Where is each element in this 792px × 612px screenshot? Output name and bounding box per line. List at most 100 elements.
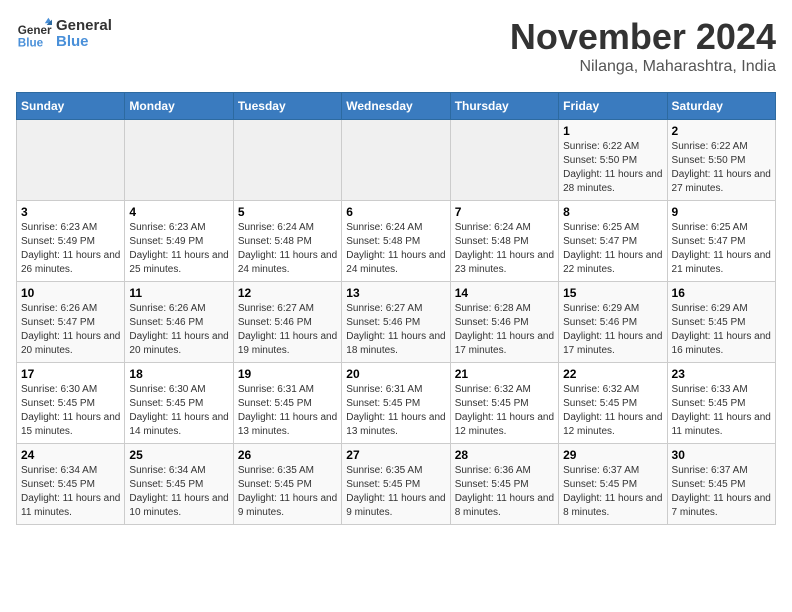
- calendar-cell: [125, 120, 233, 201]
- month-title: November 2024: [510, 16, 776, 58]
- day-info: Sunrise: 6:22 AMSunset: 5:50 PMDaylight:…: [563, 140, 662, 196]
- calendar-cell: 10 Sunrise: 6:26 AMSunset: 5:47 PMDayligh…: [17, 282, 125, 363]
- calendar-week-4: 17 Sunrise: 6:30 AMSunset: 5:45 PMDayligh…: [17, 363, 776, 444]
- day-info: Sunrise: 6:37 AMSunset: 5:45 PMDaylight:…: [672, 464, 771, 520]
- calendar-cell: 29 Sunrise: 6:37 AMSunset: 5:45 PMDayligh…: [559, 444, 667, 525]
- weekday-header-saturday: Saturday: [667, 93, 775, 120]
- calendar-week-1: 1 Sunrise: 6:22 AMSunset: 5:50 PMDaylight…: [17, 120, 776, 201]
- day-info: Sunrise: 6:28 AMSunset: 5:46 PMDaylight:…: [455, 302, 554, 358]
- calendar-cell: [17, 120, 125, 201]
- weekday-header-monday: Monday: [125, 93, 233, 120]
- day-number: 18: [129, 367, 228, 381]
- day-info: Sunrise: 6:26 AMSunset: 5:46 PMDaylight:…: [129, 302, 228, 358]
- page-header: General Blue General Blue November 2024 …: [16, 16, 776, 76]
- day-info: Sunrise: 6:35 AMSunset: 5:45 PMDaylight:…: [238, 464, 337, 520]
- day-number: 4: [129, 205, 228, 219]
- calendar-table: SundayMondayTuesdayWednesdayThursdayFrid…: [16, 92, 776, 525]
- day-info: Sunrise: 6:27 AMSunset: 5:46 PMDaylight:…: [238, 302, 337, 358]
- day-info: Sunrise: 6:26 AMSunset: 5:47 PMDaylight:…: [21, 302, 120, 358]
- calendar-cell: 26Sunrise: 6:35 AMSunset: 5:45 PMDayligh…: [233, 444, 341, 525]
- logo-icon: General Blue: [16, 16, 52, 52]
- calendar-cell: 30 Sunrise: 6:37 AMSunset: 5:45 PMDayligh…: [667, 444, 775, 525]
- calendar-cell: 3Sunrise: 6:23 AMSunset: 5:49 PMDaylight…: [17, 201, 125, 282]
- day-number: 3: [21, 205, 120, 219]
- calendar-cell: 25 Sunrise: 6:34 AMSunset: 5:45 PMDayligh…: [125, 444, 233, 525]
- day-number: 22: [563, 367, 662, 381]
- day-info: Sunrise: 6:23 AMSunset: 5:49 PMDaylight:…: [129, 221, 228, 277]
- calendar-week-2: 3 Sunrise: 6:23 AMSunset: 5:49 PMDaylight…: [17, 201, 776, 282]
- day-info: Sunrise: 6:24 AMSunset: 5:48 PMDaylight:…: [238, 221, 337, 277]
- day-info: Sunrise: 6:34 AMSunset: 5:45 PMDaylight:…: [129, 464, 228, 520]
- day-number: 25: [129, 448, 228, 462]
- logo: General Blue General Blue: [16, 16, 112, 52]
- calendar-cell: 15 Sunrise: 6:29 AMSunset: 5:46 PMDayligh…: [559, 282, 667, 363]
- logo-line2: Blue: [56, 34, 112, 51]
- svg-text:General: General: [18, 24, 52, 37]
- calendar-cell: 11 Sunrise: 6:26 AMSunset: 5:46 PMDayligh…: [125, 282, 233, 363]
- calendar-cell: 20Sunrise: 6:31 AMSunset: 5:45 PMDayligh…: [342, 363, 450, 444]
- calendar-cell: 16 Sunrise: 6:29 AMSunset: 5:45 PMDayligh…: [667, 282, 775, 363]
- weekday-header-sunday: Sunday: [17, 93, 125, 120]
- day-info: Sunrise: 6:29 AMSunset: 5:45 PMDaylight:…: [672, 302, 771, 358]
- calendar-cell: 24 Sunrise: 6:34 AMSunset: 5:45 PMDayligh…: [17, 444, 125, 525]
- calendar-cell: 22Sunrise: 6:32 AMSunset: 5:45 PMDayligh…: [559, 363, 667, 444]
- day-number: 5: [238, 205, 337, 219]
- svg-text:Blue: Blue: [18, 37, 44, 50]
- calendar-cell: 7Sunrise: 6:24 AMSunset: 5:48 PMDaylight…: [450, 201, 558, 282]
- day-number: 29: [563, 448, 662, 462]
- day-number: 21: [455, 367, 554, 381]
- day-info: Sunrise: 6:36 AMSunset: 5:45 PMDaylight:…: [455, 464, 554, 520]
- calendar-cell: [233, 120, 341, 201]
- day-info: Sunrise: 6:22 AMSunset: 5:50 PMDaylight:…: [672, 140, 771, 196]
- calendar-body: 1 Sunrise: 6:22 AMSunset: 5:50 PMDaylight…: [17, 120, 776, 525]
- day-number: 8: [563, 205, 662, 219]
- day-info: Sunrise: 6:30 AMSunset: 5:45 PMDaylight:…: [129, 383, 228, 439]
- calendar-cell: 13Sunrise: 6:27 AMSunset: 5:46 PMDayligh…: [342, 282, 450, 363]
- calendar-cell: 18 Sunrise: 6:30 AMSunset: 5:45 PMDayligh…: [125, 363, 233, 444]
- calendar-cell: [342, 120, 450, 201]
- day-number: 17: [21, 367, 120, 381]
- day-info: Sunrise: 6:31 AMSunset: 5:45 PMDaylight:…: [346, 383, 445, 439]
- day-info: Sunrise: 6:34 AMSunset: 5:45 PMDaylight:…: [21, 464, 120, 520]
- day-info: Sunrise: 6:35 AMSunset: 5:45 PMDaylight:…: [346, 464, 445, 520]
- calendar-cell: 8Sunrise: 6:25 AMSunset: 5:47 PMDaylight…: [559, 201, 667, 282]
- calendar-week-3: 10 Sunrise: 6:26 AMSunset: 5:47 PMDayligh…: [17, 282, 776, 363]
- location: Nilanga, Maharashtra, India: [510, 58, 776, 76]
- day-number: 30: [672, 448, 771, 462]
- day-number: 13: [346, 286, 445, 300]
- day-number: 15: [563, 286, 662, 300]
- title-block: November 2024 Nilanga, Maharashtra, Indi…: [510, 16, 776, 76]
- day-number: 28: [455, 448, 554, 462]
- day-number: 24: [21, 448, 120, 462]
- day-number: 12: [238, 286, 337, 300]
- calendar-cell: 2 Sunrise: 6:22 AMSunset: 5:50 PMDaylight…: [667, 120, 775, 201]
- weekday-header-tuesday: Tuesday: [233, 93, 341, 120]
- day-info: Sunrise: 6:29 AMSunset: 5:46 PMDaylight:…: [563, 302, 662, 358]
- day-number: 11: [129, 286, 228, 300]
- day-number: 2: [672, 124, 771, 138]
- day-number: 14: [455, 286, 554, 300]
- calendar-cell: 6Sunrise: 6:24 AMSunset: 5:48 PMDaylight…: [342, 201, 450, 282]
- calendar-cell: 23Sunrise: 6:33 AMSunset: 5:45 PMDayligh…: [667, 363, 775, 444]
- day-number: 16: [672, 286, 771, 300]
- calendar-cell: 27Sunrise: 6:35 AMSunset: 5:45 PMDayligh…: [342, 444, 450, 525]
- day-info: Sunrise: 6:30 AMSunset: 5:45 PMDaylight:…: [21, 383, 120, 439]
- day-info: Sunrise: 6:32 AMSunset: 5:45 PMDaylight:…: [455, 383, 554, 439]
- calendar-cell: 28 Sunrise: 6:36 AMSunset: 5:45 PMDayligh…: [450, 444, 558, 525]
- weekday-header-friday: Friday: [559, 93, 667, 120]
- day-info: Sunrise: 6:37 AMSunset: 5:45 PMDaylight:…: [563, 464, 662, 520]
- calendar-cell: 9 Sunrise: 6:25 AMSunset: 5:47 PMDaylight…: [667, 201, 775, 282]
- weekday-header-wednesday: Wednesday: [342, 93, 450, 120]
- day-info: Sunrise: 6:25 AMSunset: 5:47 PMDaylight:…: [672, 221, 771, 277]
- weekday-header-thursday: Thursday: [450, 93, 558, 120]
- calendar-cell: 12 Sunrise: 6:27 AMSunset: 5:46 PMDayligh…: [233, 282, 341, 363]
- calendar-cell: 4 Sunrise: 6:23 AMSunset: 5:49 PMDaylight…: [125, 201, 233, 282]
- day-number: 6: [346, 205, 445, 219]
- calendar-cell: [450, 120, 558, 201]
- calendar-cell: 19Sunrise: 6:31 AMSunset: 5:45 PMDayligh…: [233, 363, 341, 444]
- day-number: 1: [563, 124, 662, 138]
- day-number: 9: [672, 205, 771, 219]
- calendar-cell: 21 Sunrise: 6:32 AMSunset: 5:45 PMDayligh…: [450, 363, 558, 444]
- calendar-cell: 17 Sunrise: 6:30 AMSunset: 5:45 PMDayligh…: [17, 363, 125, 444]
- day-number: 10: [21, 286, 120, 300]
